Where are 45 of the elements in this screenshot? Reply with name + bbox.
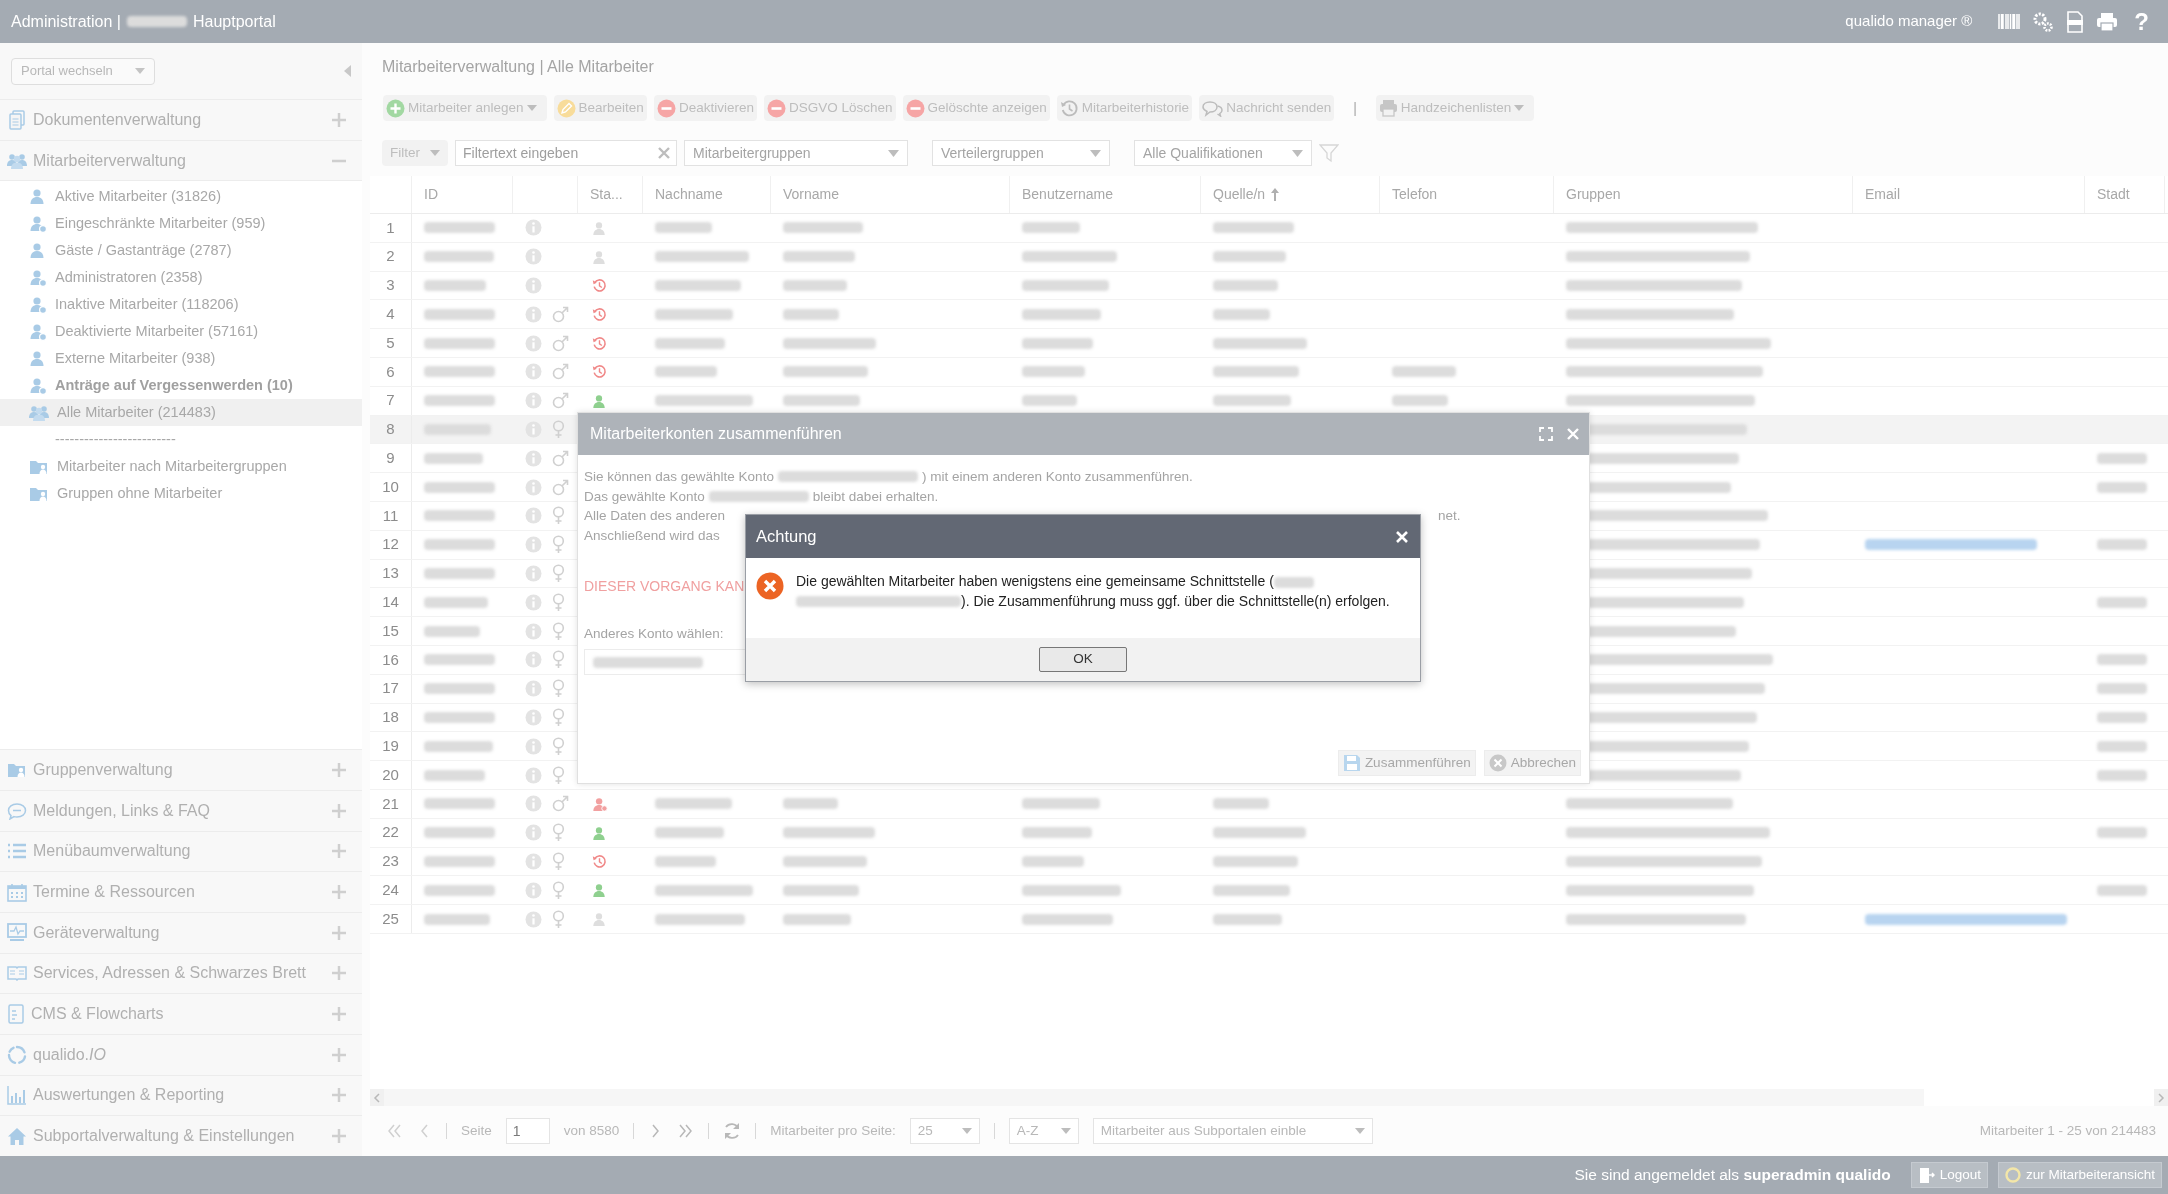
row-number: 17 [382, 678, 399, 699]
separator-text: ------------------------- [54, 430, 177, 449]
alert-message: Die gewählten Mitarbeiter haben wenigstens eine gemeinsame Schnittstelle ( ). Die Zusammenführung muss ggf. über die Schnittstelle(n) erfolgen. [796, 572, 1391, 611]
row-number: 16 [382, 649, 399, 670]
warning-text: DIESER VORGANG KAN [584, 577, 745, 596]
info-text: net. [1438, 507, 1461, 525]
page-count: von 8580 [563, 1121, 620, 1140]
row-number: 20 [382, 764, 399, 785]
row-number: 7 [386, 390, 395, 411]
row-number: 22 [382, 822, 399, 843]
row-number: 8 [386, 419, 395, 440]
info-text: Sie können das gewählte Konto ) mit einem anderen Konto zusammenführen. [584, 468, 1193, 486]
dialog-title: Achtung [756, 526, 818, 548]
row-number: 5 [386, 332, 395, 353]
row-number: 4 [386, 304, 395, 325]
row-number: 2 [386, 246, 395, 267]
row-number: 10 [382, 476, 399, 497]
app-title: Administration | Hauptportal [11, 11, 276, 32]
row-number: 23 [382, 851, 399, 872]
row-number: 3 [386, 275, 395, 296]
per-page-label: Mitarbeiter pro Seite: [770, 1121, 896, 1140]
product-name: qualido manager ® [1845, 11, 1973, 32]
row-number: 13 [382, 563, 399, 584]
row-number: 15 [382, 620, 399, 641]
row-number: 11 [382, 505, 399, 526]
row-number: 14 [382, 592, 399, 612]
dialog-title: Mitarbeiterkonten zusammenführen [590, 424, 843, 444]
row-number: 21 [382, 793, 399, 814]
row-number: 18 [382, 707, 399, 728]
row-number: 25 [382, 908, 399, 929]
info-text: Das gewählte Konto bleibt dabei erhalten. [584, 487, 939, 506]
breadcrumb: Mitarbeiterverwaltung | Alle Mitarbeiter [381, 56, 655, 77]
row-number: 9 [386, 448, 395, 468]
row-number: 12 [382, 534, 399, 555]
row-number: 1 [386, 217, 395, 238]
row-number: 6 [386, 361, 395, 382]
page-label: Seite [461, 1121, 492, 1140]
info-text: Alle Daten des anderen [584, 507, 726, 525]
separator-text: | [1353, 98, 1357, 118]
login-text: Sie sind angemeldet als superadmin qualido [1574, 1165, 1891, 1186]
row-number: 24 [382, 879, 399, 900]
record-count: Mitarbeiter 1 - 25 von 214483 [1979, 1121, 2156, 1140]
info-text: Anschließend wird das [584, 526, 720, 545]
field-label: Anderes Konto wählen: [584, 624, 724, 643]
row-number: 19 [382, 736, 399, 756]
